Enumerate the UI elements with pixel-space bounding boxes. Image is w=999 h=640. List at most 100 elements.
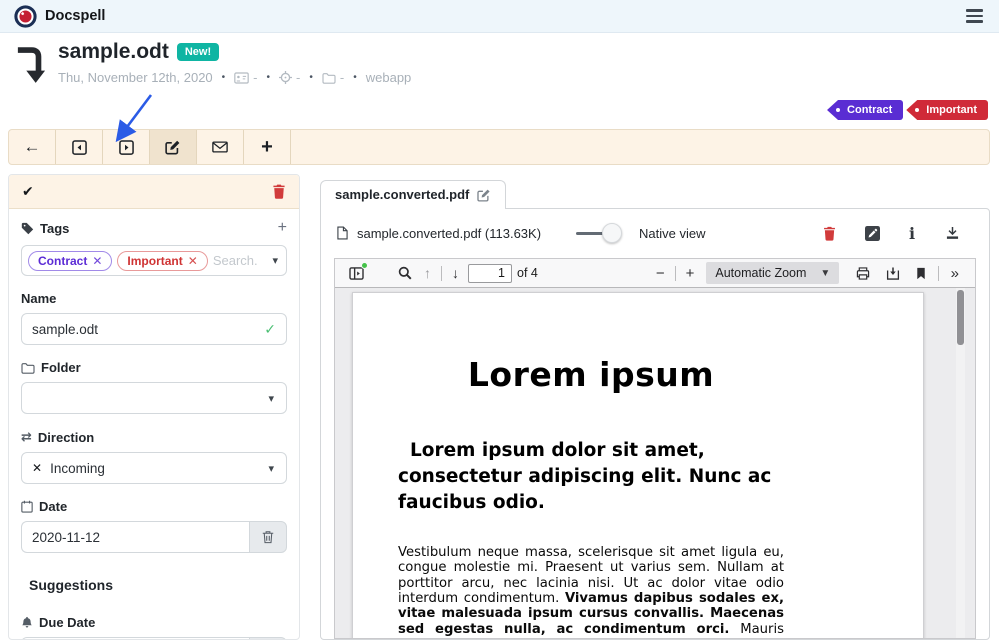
attachment-tab[interactable]: sample.converted.pdf <box>320 180 506 209</box>
back-button[interactable]: ← <box>9 130 56 164</box>
rename-attachment-icon[interactable] <box>477 188 491 202</box>
folder-icon <box>21 362 35 374</box>
remove-important-icon[interactable]: ✕ <box>188 254 198 268</box>
pdf-search-button[interactable] <box>392 259 418 287</box>
direction-field-label: ⇄ Direction <box>21 429 287 445</box>
download-page-icon <box>886 267 900 280</box>
pdf-zoom-value: Automatic Zoom <box>715 266 806 280</box>
folder-icon <box>322 72 336 84</box>
document-paragraph: Vestibulum neque massa, scelerisque sit … <box>398 545 784 638</box>
name-field-label: Name <box>21 291 287 306</box>
correspondent-value: - <box>253 70 257 85</box>
pdf-sidebar-toggle-button[interactable] <box>343 259 370 287</box>
pdf-page: Lorem ipsum Lorem ipsum dolor sit amet, … <box>352 292 924 638</box>
pdf-bookmark-button[interactable] <box>908 267 934 280</box>
toolbar-divider <box>938 266 939 281</box>
bullet-separator: • <box>222 72 226 83</box>
document-title: Lorem ipsum <box>398 355 784 394</box>
edit-form-header: ✔ <box>9 175 299 209</box>
item-title: sample.odt <box>58 40 169 64</box>
tags-multiselect[interactable]: Contract ✕ Important ✕ ▾ <box>21 245 287 276</box>
edit-square-icon <box>865 226 880 241</box>
envelope-icon <box>212 141 228 153</box>
name-input[interactable]: sample.odt ✓ <box>21 313 287 345</box>
folder-select[interactable]: ▾ <box>21 382 287 414</box>
tag-icon <box>21 222 34 235</box>
toolbar-divider <box>675 266 676 281</box>
tag-search-input[interactable] <box>213 253 268 268</box>
chip-important[interactable]: Important ✕ <box>117 251 207 271</box>
tags-dropdown-caret-icon[interactable]: ▾ <box>272 254 280 267</box>
tag-contract[interactable]: Contract <box>827 100 903 120</box>
zoom-caret-icon: ▼ <box>820 268 830 279</box>
name-value: sample.odt <box>32 322 98 337</box>
edit-icon <box>165 139 181 155</box>
add-tag-button[interactable]: + <box>278 219 287 237</box>
pdf-viewer: ↑ ↓ of 4 − + Automatic Zoom ▼ <box>334 258 976 639</box>
date-label-text: Date <box>39 499 67 514</box>
due-date-field-label: Due Date <box>21 615 287 630</box>
pdf-page-input[interactable] <box>468 264 512 283</box>
pdf-zoom-select[interactable]: Automatic Zoom ▼ <box>706 262 839 284</box>
folder-value: - <box>340 70 344 85</box>
pdf-toolbar: ↑ ↓ of 4 − + Automatic Zoom ▼ <box>335 259 975 288</box>
pdf-prev-page-button[interactable]: ↑ <box>418 259 437 287</box>
pdf-scrollbar-thumb[interactable] <box>957 290 964 345</box>
content-area: ✔ Tags + Contract ✕ <box>8 174 990 640</box>
date-field-label: Date <box>21 499 287 514</box>
chip-contract[interactable]: Contract ✕ <box>28 251 112 271</box>
pdf-scrollbar[interactable] <box>956 288 965 638</box>
top-navbar: Docspell <box>0 0 999 33</box>
date-input[interactable]: 2020-11-12 <box>21 521 249 553</box>
next-item-button[interactable] <box>103 130 150 164</box>
bullet-separator: • <box>353 72 357 83</box>
clear-date-button[interactable] <box>249 521 287 553</box>
folder-meta: - <box>322 70 344 85</box>
delete-item-icon[interactable] <box>272 184 286 199</box>
tag-important[interactable]: Important <box>906 100 988 120</box>
delete-attachment-button[interactable] <box>823 226 836 241</box>
pdf-zoom-out-button[interactable]: − <box>650 265 671 282</box>
back-arrow-icon: ← <box>24 137 41 157</box>
pdf-more-tools-button[interactable]: » <box>943 265 967 282</box>
edit-button[interactable] <box>150 130 197 164</box>
direction-caret-icon: ▾ <box>268 462 276 475</box>
item-date: Thu, November 12th, 2020 <box>58 70 213 85</box>
native-view-toggle[interactable] <box>576 223 618 243</box>
app-brand[interactable]: Docspell <box>14 5 105 28</box>
file-icon <box>337 226 348 240</box>
pdf-next-page-button[interactable]: ↓ <box>446 259 465 287</box>
trash-outline-icon <box>262 530 274 544</box>
direction-select[interactable]: ✕ Incoming ▾ <box>21 452 287 484</box>
clear-direction-icon[interactable]: ✕ <box>32 461 42 475</box>
folder-field-label: Folder <box>21 360 287 375</box>
pdf-print-button[interactable] <box>848 267 878 280</box>
edit-extracted-button[interactable] <box>865 226 880 241</box>
native-view-label: Native view <box>639 226 705 241</box>
pdf-zoom-in-button[interactable]: + <box>680 265 701 282</box>
pdf-download-button[interactable] <box>878 267 908 280</box>
plus-icon: + <box>261 136 273 159</box>
toolbar-divider <box>441 266 442 281</box>
direction-value: Incoming <box>50 461 105 476</box>
download-attachment-button[interactable] <box>946 226 959 240</box>
prev-item-button[interactable] <box>56 130 103 164</box>
file-info-text: sample.converted.pdf (113.63K) <box>357 226 541 241</box>
search-icon <box>398 266 412 280</box>
edit-form-panel: ✔ Tags + Contract ✕ <box>8 174 300 640</box>
mail-button[interactable] <box>197 130 244 164</box>
menu-icon[interactable] <box>964 5 985 27</box>
printer-icon <box>856 267 870 280</box>
folder-label-text: Folder <box>41 360 81 375</box>
file-meta-info-button[interactable]: i <box>909 224 917 243</box>
file-info-row: sample.converted.pdf (113.63K) Native vi… <box>321 209 989 256</box>
confirm-button[interactable]: ✔ <box>22 183 34 200</box>
saved-check-icon: ✓ <box>264 321 276 338</box>
remove-contract-icon[interactable]: ✕ <box>92 254 102 268</box>
download-icon <box>946 226 959 240</box>
chip-contract-label: Contract <box>38 254 87 268</box>
pdf-canvas: Lorem ipsum Lorem ipsum dolor sit amet, … <box>335 288 975 638</box>
add-files-button[interactable]: + <box>244 130 291 164</box>
attachment-area: sample.converted.pdf sample.converted.pd… <box>320 174 990 640</box>
docspell-logo-icon <box>14 5 37 28</box>
